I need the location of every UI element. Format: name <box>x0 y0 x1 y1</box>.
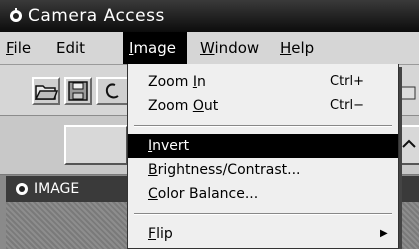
toolbar-button-3[interactable] <box>96 77 127 105</box>
flip-rest: lip <box>156 226 173 242</box>
submenu-arrow-icon: ▶ <box>380 228 388 239</box>
camera-doc-icon <box>16 183 28 195</box>
image-menu-dropdown: Zoom In Ctrl+ Zoom Out Ctrl− Invert Brig… <box>127 64 399 249</box>
menu-item-flip[interactable]: Flip ▶ <box>128 222 398 246</box>
toolbar-right-icon[interactable] <box>401 85 417 101</box>
menu-help-accel: H <box>280 39 292 57</box>
menu-edit-label: Edit <box>56 39 86 57</box>
flip-accel: F <box>148 226 157 242</box>
menu-edit[interactable]: Edit <box>50 32 91 64</box>
menu-item-zoom-in[interactable]: Zoom In Ctrl+ <box>128 70 398 94</box>
folder-icon <box>34 85 59 100</box>
menu-image-rest: mage <box>133 39 176 57</box>
zoom-out-pre: Zoom <box>148 98 193 114</box>
menu-item-color-balance[interactable]: Color Balance... <box>128 182 398 206</box>
camera-app-icon <box>10 8 22 22</box>
menu-item-invert[interactable]: Invert <box>128 134 398 158</box>
capture-button[interactable] <box>64 125 128 165</box>
title-bar: Camera Access <box>0 0 419 32</box>
menu-help-rest: elp <box>291 39 315 57</box>
menu-item-zoom-out[interactable]: Zoom Out Ctrl− <box>128 94 398 118</box>
save-button[interactable] <box>64 77 92 105</box>
menu-window-rest: indow <box>214 39 260 57</box>
brightness-label: Brightness/Contrast... <box>148 158 300 182</box>
window-title: Camera Access <box>28 6 165 26</box>
zoom-in-label: Zoom In <box>148 70 206 94</box>
menu-separator <box>134 213 392 215</box>
menu-item-brightness-contrast[interactable]: Brightness/Contrast... <box>128 158 398 182</box>
zoom-out-accel: O <box>192 98 204 114</box>
color-balance-label: Color Balance... <box>148 182 258 206</box>
zoom-out-rest: ut <box>203 98 219 114</box>
zoom-in-rest: n <box>196 74 206 90</box>
menu-image[interactable]: Image <box>123 32 187 64</box>
color-balance-rest: olor Balance... <box>157 186 259 202</box>
document-title: IMAGE <box>34 181 80 197</box>
zoom-in-shortcut: Ctrl+ <box>330 74 365 89</box>
menu-window-accel: W <box>200 39 215 57</box>
menu-separator <box>134 125 392 127</box>
color-balance-accel: C <box>148 186 158 202</box>
capture-mode-button[interactable] <box>399 125 419 165</box>
partial-tool-icon <box>105 83 119 99</box>
menu-file-accel: F <box>6 39 14 57</box>
flip-label: Flip <box>148 222 173 246</box>
open-folder-button[interactable] <box>32 77 60 105</box>
floppy-disk-icon <box>68 81 88 101</box>
menu-bar: File Edit Image Window Help <box>0 32 419 65</box>
menu-file[interactable]: File <box>0 32 37 64</box>
zoom-out-label: Zoom Out <box>148 94 218 118</box>
brightness-accel: B <box>148 162 158 178</box>
menu-window[interactable]: Window <box>194 32 265 64</box>
invert-label: Invert <box>148 134 189 158</box>
zoom-out-shortcut: Ctrl− <box>330 98 365 113</box>
menu-file-rest: ile <box>13 39 32 57</box>
brightness-rest: rightness/Contrast... <box>157 162 301 178</box>
zoom-in-pre: Zoom <box>148 74 193 90</box>
invert-rest: nvert <box>152 138 190 154</box>
chevron-icon <box>402 139 416 148</box>
menu-help[interactable]: Help <box>274 32 320 64</box>
